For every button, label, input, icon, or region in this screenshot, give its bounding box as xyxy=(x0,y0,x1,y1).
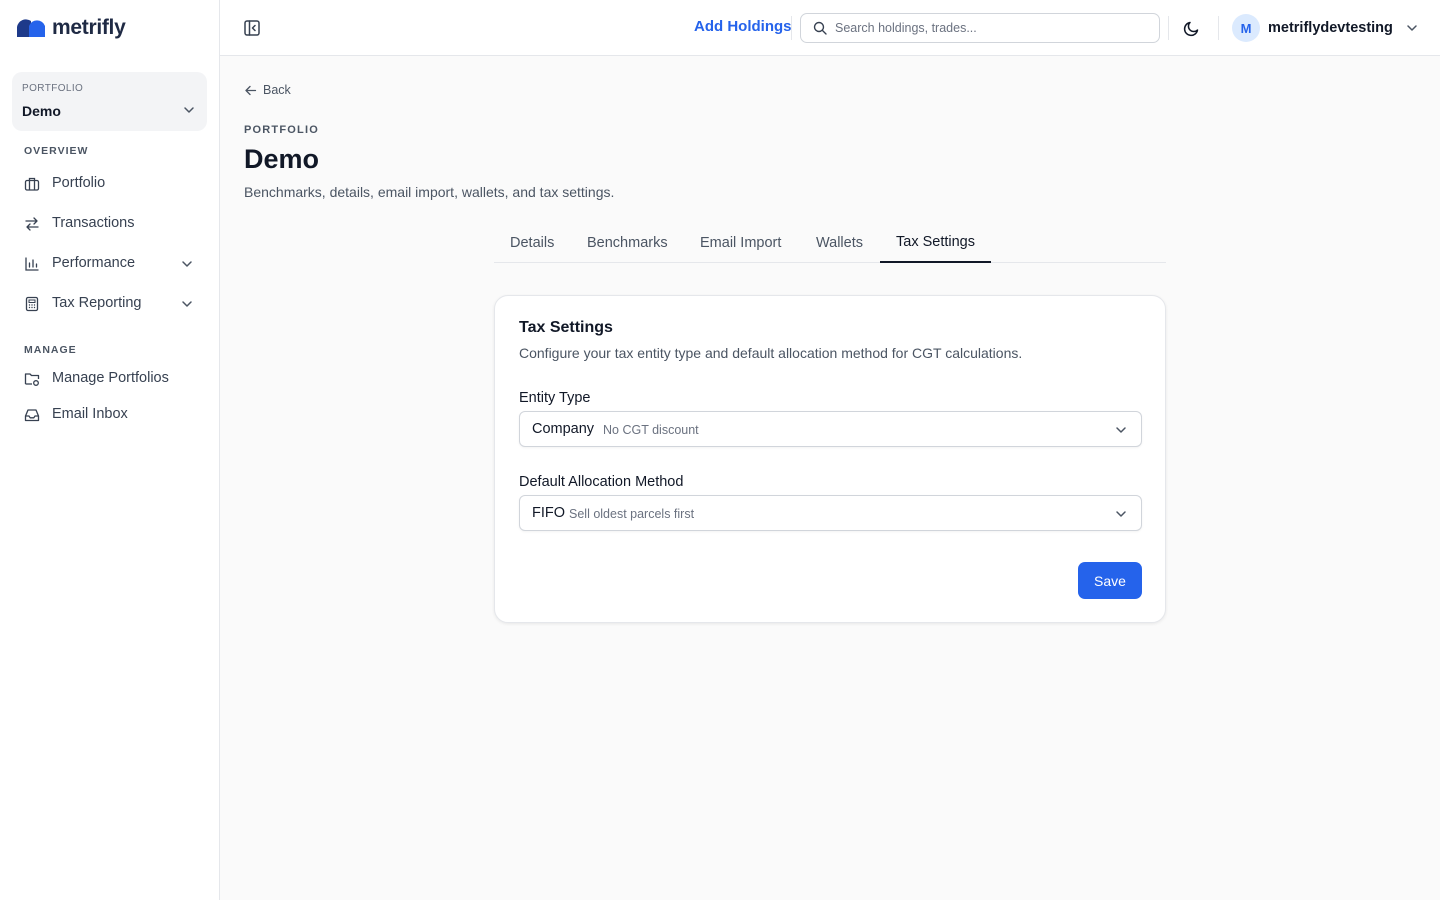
entity-type-label: Entity Type xyxy=(519,390,591,406)
sidebar-item-label: Tax Reporting xyxy=(52,295,142,311)
sidebar-item-label: Manage Portfolios xyxy=(52,370,169,386)
card-description: Configure your tax entity type and defau… xyxy=(519,345,1023,361)
sidebar-item-label: Performance xyxy=(52,255,136,271)
back-link[interactable]: Back xyxy=(244,82,291,98)
card-title: Tax Settings xyxy=(519,319,613,336)
brand-logo[interactable]: metrifly xyxy=(16,16,126,40)
settings-tabs: Details Benchmarks Email Import Wallets … xyxy=(494,222,1166,263)
tab-benchmarks[interactable]: Benchmarks xyxy=(571,222,684,263)
allocation-method-value: FIFO xyxy=(532,505,566,521)
save-button[interactable]: Save xyxy=(1078,562,1142,599)
chevron-down-icon xyxy=(1407,25,1417,31)
allocation-method-select[interactable]: FIFO Sell oldest parcels first xyxy=(519,495,1142,531)
arrows-exchange-icon xyxy=(25,217,39,231)
tab-details[interactable]: Details xyxy=(494,222,570,263)
page-subtitle: Benchmarks, details, email import, walle… xyxy=(244,184,615,200)
avatar: M xyxy=(1232,14,1260,42)
sidebar-item-label: Email Inbox xyxy=(52,406,128,422)
folder-cog-icon xyxy=(24,373,40,386)
inbox-icon xyxy=(24,409,40,422)
brand-name: metrifly xyxy=(52,16,126,39)
chevron-down-icon xyxy=(182,301,192,307)
back-label: Back xyxy=(263,83,291,97)
page-eyebrow: PORTFOLIO xyxy=(244,124,319,136)
briefcase-icon xyxy=(24,177,40,191)
divider xyxy=(1218,16,1219,40)
tax-settings-card: Tax Settings Configure your tax entity t… xyxy=(494,295,1166,623)
sidebar: metrifly PORTFOLIO Demo OVERVIEW Portfol… xyxy=(0,0,220,900)
sidebar-item-portfolio[interactable]: Portfolio xyxy=(12,166,207,202)
tab-wallets[interactable]: Wallets xyxy=(800,222,879,263)
allocation-method-label: Default Allocation Method xyxy=(519,474,684,490)
tab-tax-settings[interactable]: Tax Settings xyxy=(880,222,991,263)
divider xyxy=(1168,16,1169,40)
username: metriflydevtesting xyxy=(1268,20,1393,36)
portfolio-picker-label: PORTFOLIO xyxy=(22,83,84,94)
chevron-down-icon xyxy=(1116,511,1126,517)
sidebar-item-label: Portfolio xyxy=(52,175,106,191)
tab-email-import[interactable]: Email Import xyxy=(684,222,797,263)
chevron-down-icon xyxy=(182,261,192,267)
sidebar-item-transactions[interactable]: Transactions xyxy=(12,206,207,242)
calculator-icon xyxy=(25,296,39,312)
sidebar-item-email-inbox[interactable]: Email Inbox xyxy=(12,397,207,433)
search-icon xyxy=(813,21,827,35)
metrifly-logo-icon xyxy=(17,19,45,37)
moon-icon[interactable] xyxy=(1183,19,1201,37)
sidebar-item-performance[interactable]: Performance xyxy=(12,246,207,282)
portfolio-picker-value: Demo xyxy=(22,103,61,119)
bar-chart-icon xyxy=(25,257,39,271)
section-label-manage: MANAGE xyxy=(24,344,77,356)
divider xyxy=(791,16,792,40)
search-input[interactable] xyxy=(835,18,1145,38)
top-header: Add Holdings M metriflydevtesting xyxy=(220,0,1440,56)
sidebar-item-label: Transactions xyxy=(52,215,135,231)
portfolio-picker[interactable]: PORTFOLIO Demo xyxy=(12,72,207,131)
section-label-overview: OVERVIEW xyxy=(24,145,89,157)
entity-type-hint: No CGT discount xyxy=(603,423,699,437)
search-box[interactable] xyxy=(800,13,1160,43)
arrow-left-icon xyxy=(245,85,257,95)
entity-type-value: Company xyxy=(532,421,595,437)
chevron-down-icon xyxy=(1116,427,1126,433)
sidebar-item-tax-reporting[interactable]: Tax Reporting xyxy=(12,286,207,322)
page-title: Demo xyxy=(244,144,320,174)
chevron-down-icon xyxy=(184,107,194,113)
sidebar-item-manage-portfolios[interactable]: Manage Portfolios xyxy=(12,361,207,397)
allocation-method-hint: Sell oldest parcels first xyxy=(569,507,695,521)
sidebar-collapse-icon[interactable] xyxy=(242,18,262,38)
entity-type-select[interactable]: Company No CGT discount xyxy=(519,411,1142,447)
add-holdings-button[interactable]: Add Holdings xyxy=(694,18,792,35)
